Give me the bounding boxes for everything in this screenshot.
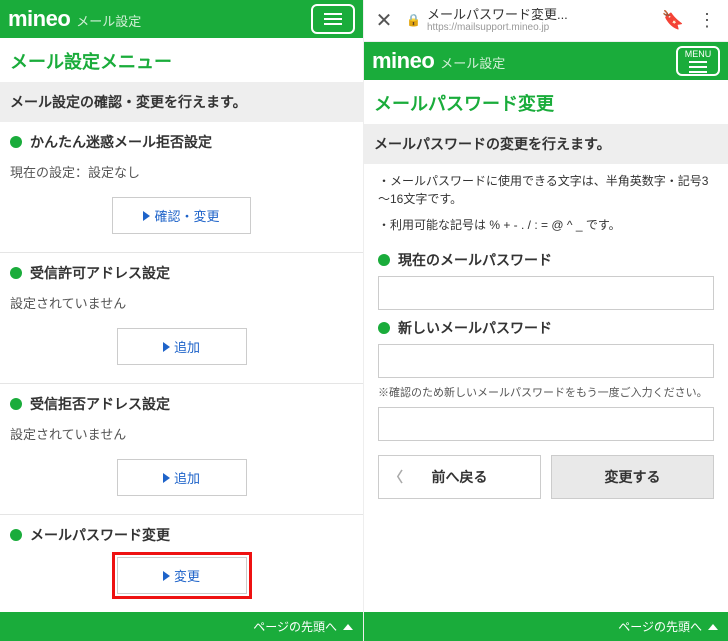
page-tab-title: メールパスワード変更... (427, 8, 568, 22)
play-icon (163, 473, 170, 483)
button-label: 確認・変更 (154, 206, 219, 225)
address-bar[interactable]: 🔒 メールパスワード変更... https://mailsupport.mine… (406, 8, 652, 33)
current-password-input[interactable] (378, 276, 714, 310)
bullet-icon (10, 529, 22, 541)
footer-label: ページの先頭へ (253, 618, 337, 635)
page-title: メール設定メニュー (0, 38, 363, 82)
brand: mineo メール設定 (8, 6, 141, 32)
play-icon (163, 342, 170, 352)
section-status: 設定されていません (0, 420, 363, 453)
left-screen: mineo メール設定 メール設定メニュー メール設定の確認・変更を行えます。 … (0, 0, 364, 641)
back-to-top-link[interactable]: ページの先頭へ (0, 612, 363, 641)
change-password-button[interactable]: 変更 (117, 557, 247, 594)
button-label: 変更する (605, 467, 661, 487)
button-label: 前へ戻る (432, 467, 488, 487)
bookmark-icon[interactable]: 🔖 (662, 10, 684, 31)
bullet-icon (378, 322, 390, 334)
submit-button[interactable]: 変更する (551, 455, 714, 499)
hamburger-icon (689, 61, 707, 73)
add-block-button[interactable]: 追加 (117, 459, 247, 496)
brand-logo: mineo (8, 6, 70, 32)
label-new-password: 新しいメールパスワード (378, 310, 714, 344)
section-title: メールパスワード変更 (30, 525, 170, 545)
play-icon (143, 211, 150, 221)
hamburger-icon (324, 13, 342, 25)
back-to-top-link[interactable]: ページの先頭へ (364, 612, 728, 641)
page-title: メールパスワード変更 (364, 80, 728, 124)
section-title: 受信許可アドレス設定 (30, 263, 170, 283)
section-status: 現在の設定：設定なし (0, 158, 363, 191)
menu-button[interactable] (311, 4, 355, 34)
header-bar: mineo メール設定 (0, 0, 363, 38)
lock-icon: 🔒 (406, 13, 421, 27)
section-title: 受信拒否アドレス設定 (30, 394, 170, 414)
chevron-up-icon (708, 624, 718, 630)
close-icon[interactable]: ✕ (372, 8, 396, 33)
brand: mineo メール設定 (372, 48, 505, 74)
chevron-up-icon (343, 624, 353, 630)
bullet-icon (378, 254, 390, 266)
bullet-icon (10, 267, 22, 279)
more-icon[interactable]: ⋮ (694, 10, 720, 31)
button-label: 追加 (174, 468, 200, 487)
confirm-password-input[interactable] (378, 407, 714, 441)
section-spam-filter: かんたん迷惑メール拒否設定 (0, 122, 363, 158)
note-allowed-chars: ・メールパスワードに使用できる文字は、半角英数字・記号3～16文字です。 (378, 164, 714, 216)
label-current-password: 現在のメールパスワード (378, 242, 714, 276)
section-status: 設定されていません (0, 289, 363, 322)
page-description: メール設定の確認・変更を行えます。 (0, 82, 363, 122)
browser-chrome: ✕ 🔒 メールパスワード変更... https://mailsupport.mi… (364, 0, 728, 42)
back-button[interactable]: 〈 前へ戻る (378, 455, 541, 499)
right-screen: ✕ 🔒 メールパスワード変更... https://mailsupport.mi… (364, 0, 728, 641)
brand-subtitle: メール設定 (76, 11, 141, 30)
confirm-change-button[interactable]: 確認・変更 (112, 197, 250, 234)
brand-subtitle: メール設定 (440, 53, 505, 72)
section-allow-address: 受信許可アドレス設定 (0, 252, 363, 289)
footer-label: ページの先頭へ (618, 618, 702, 635)
section-block-address: 受信拒否アドレス設定 (0, 383, 363, 420)
button-label: 追加 (174, 337, 200, 356)
menu-button[interactable]: MENU (676, 46, 720, 76)
page-description: メールパスワードの変更を行えます。 (364, 124, 728, 164)
play-icon (163, 571, 170, 581)
header-bar: mineo メール設定 MENU (364, 42, 728, 80)
section-password-change: メールパスワード変更 (0, 514, 363, 551)
brand-logo: mineo (372, 48, 434, 74)
bullet-icon (10, 136, 22, 148)
page-url: https://mailsupport.mineo.jp (427, 22, 568, 33)
section-title: かんたん迷惑メール拒否設定 (30, 132, 212, 152)
hint-confirm: ※確認のため新しいメールパスワードをもう一度ご入力ください。 (378, 378, 714, 407)
chevron-left-icon: 〈 (389, 467, 403, 487)
button-label: 変更 (174, 566, 200, 585)
note-allowed-symbols: ・利用可能な記号は % + - . / : = @ ^ _ です。 (378, 216, 714, 242)
new-password-input[interactable] (378, 344, 714, 378)
menu-label: MENU (685, 50, 712, 59)
bullet-icon (10, 398, 22, 410)
add-allow-button[interactable]: 追加 (117, 328, 247, 365)
